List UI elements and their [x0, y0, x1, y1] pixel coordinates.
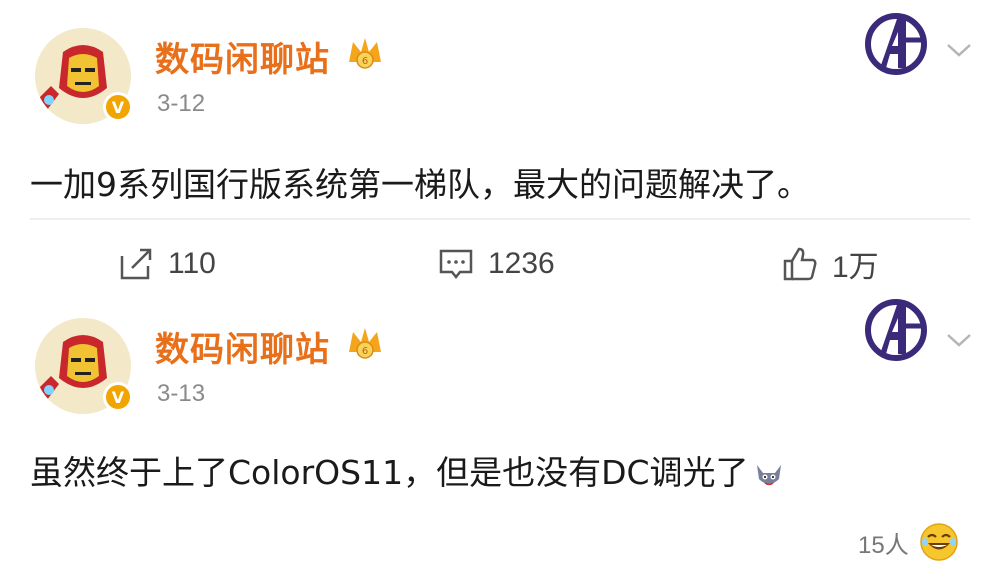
divider [30, 218, 970, 220]
post-text: 虽然终于上了ColorOS11，但是也没有DC调光了 [30, 453, 749, 492]
weibo-post: V 数码闲聊站 6 3-12 一加9系列国行版系统第一梯队，最大的问题解决了。 … [0, 0, 1000, 300]
comment-count: 1236 [488, 247, 555, 280]
reaction-count: 15人 [858, 531, 909, 559]
like-count: 1万 [832, 251, 879, 284]
repost-count: 110 [168, 247, 216, 280]
cat-emoji-icon [756, 464, 781, 485]
vip-crown-icon[interactable]: 6 [345, 324, 385, 360]
avengers-badge-icon[interactable] [862, 296, 930, 364]
comment-icon [439, 249, 473, 280]
weibo-post: V 数码闲聊站 6 3-13 虽然终于上了ColorOS11，但是也没有DC调光… [0, 299, 1000, 570]
svg-text:6: 6 [362, 346, 368, 357]
avatar[interactable]: V [35, 318, 133, 414]
username[interactable]: 数码闲聊站 [155, 32, 330, 81]
like-button[interactable]: 1万 [782, 242, 879, 286]
post-content: 虽然终于上了ColorOS11，但是也没有DC调光了 [30, 446, 785, 494]
repost-button[interactable]: 110 [118, 242, 216, 286]
verified-badge: V [103, 382, 133, 412]
post-time: 3-12 [157, 90, 206, 117]
chevron-down-icon[interactable] [946, 42, 972, 58]
username[interactable]: 数码闲聊站 [155, 322, 330, 371]
comment-button[interactable]: 1236 [438, 242, 555, 286]
laughing-emoji-icon [919, 523, 958, 561]
reaction-summary[interactable]: 15人 [858, 522, 959, 562]
chevron-down-icon[interactable] [946, 332, 972, 348]
avengers-badge-icon[interactable] [862, 10, 930, 78]
post-time: 3-13 [157, 380, 206, 407]
avatar[interactable]: V [35, 28, 133, 124]
thumbs-up-icon [783, 247, 817, 281]
vip-crown-icon[interactable]: 6 [345, 34, 385, 70]
post-content: 一加9系列国行版系统第一梯队，最大的问题解决了。 [30, 165, 810, 204]
share-icon [120, 248, 152, 280]
svg-text:6: 6 [362, 56, 368, 67]
verified-badge: V [103, 92, 133, 122]
